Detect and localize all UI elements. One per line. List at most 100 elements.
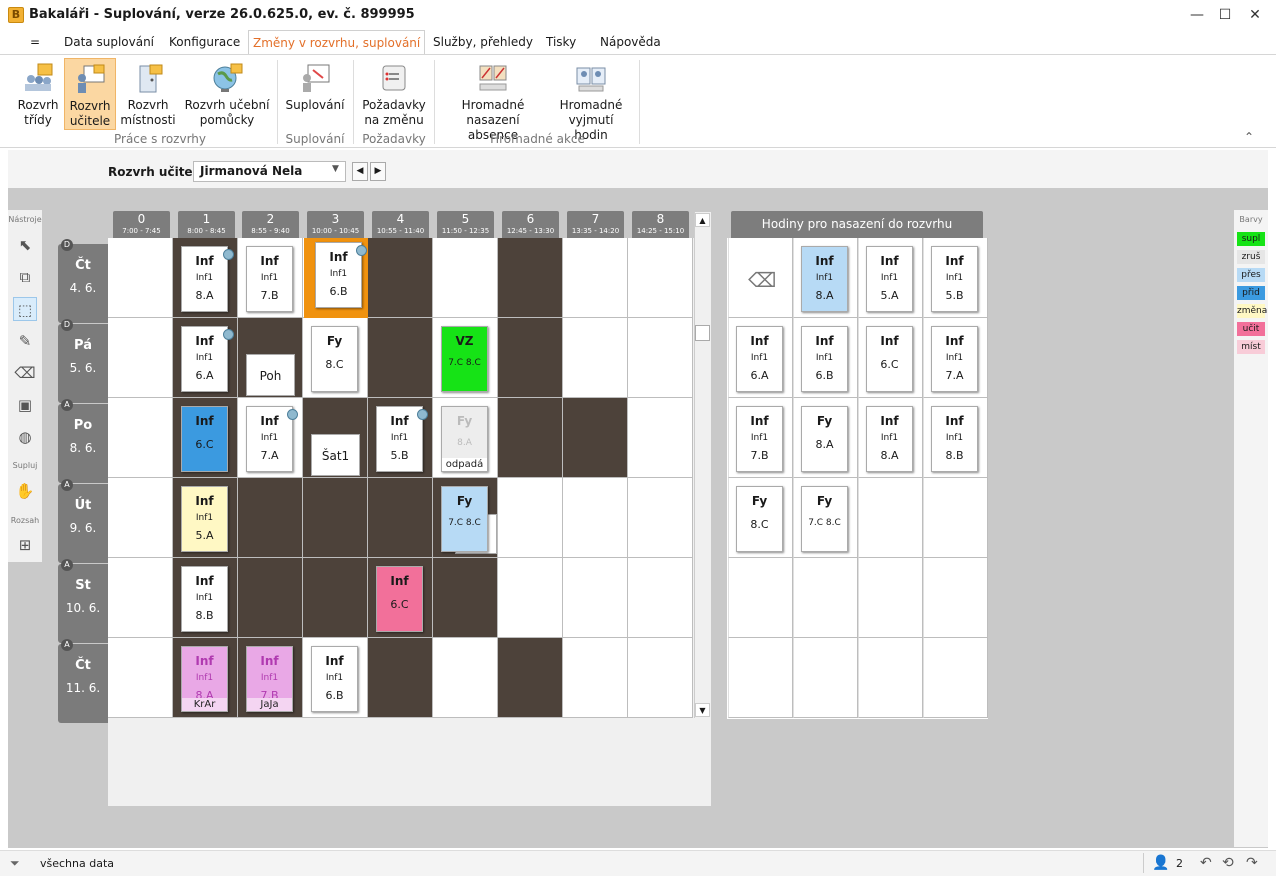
teacher-change-card[interactable]: Inf 6.C <box>376 566 423 632</box>
timetable-cell[interactable] <box>368 318 433 398</box>
class-timetable-button[interactable]: Rozvrh třídy <box>15 58 61 130</box>
added-lesson-card[interactable]: Inf 6.C <box>181 406 228 472</box>
range-icon[interactable]: ⊞ <box>13 533 37 557</box>
lesson-card[interactable]: Inf Inf1 8.B <box>181 566 228 632</box>
available-cell[interactable] <box>923 558 988 638</box>
change-requests-button[interactable]: Požadavky na změnu <box>362 58 426 130</box>
tab-sluzby[interactable]: Služby, přehledy <box>429 30 537 54</box>
undo-icon[interactable]: ↶ <box>1200 855 1212 871</box>
grid-scrollbar[interactable] <box>694 212 711 718</box>
collapse-ribbon-icon[interactable]: ⌃ <box>1244 130 1254 144</box>
teacher-timetable-button[interactable]: Rozvrh učitele <box>64 58 116 130</box>
available-lesson-card[interactable]: Fy 8.C <box>736 486 783 552</box>
copy-icon[interactable]: ⧉ <box>13 265 37 289</box>
timetable-cell[interactable] <box>563 478 628 558</box>
available-cell[interactable] <box>858 638 923 718</box>
lesson-card[interactable]: Inf Inf1 8.A KrAr <box>181 646 228 712</box>
timetable-cell[interactable] <box>303 478 368 558</box>
available-lesson-card[interactable]: Inf Inf1 6.B <box>801 326 848 392</box>
substitution-button[interactable]: Suplování <box>285 58 345 130</box>
eraser-icon[interactable]: ⌫ <box>13 361 37 385</box>
lesson-card[interactable]: Inf Inf1 6.B <box>311 646 358 712</box>
minimize-button[interactable]: — <box>1185 4 1209 26</box>
available-cell[interactable] <box>923 638 988 718</box>
scroll-up-icon[interactable]: ▲ <box>695 213 710 227</box>
close-button[interactable]: ✕ <box>1243 4 1267 26</box>
lesson-card[interactable]: Inf Inf1 7.B <box>246 246 293 312</box>
available-cell[interactable] <box>923 478 988 558</box>
available-lesson-card[interactable]: Inf Inf1 8.A <box>866 406 913 472</box>
chevron-down-icon[interactable]: ▼ <box>332 164 339 174</box>
lesson-card[interactable]: Inf Inf1 7.B JaJa <box>246 646 293 712</box>
timetable-cell[interactable] <box>628 318 693 398</box>
timetable-cell[interactable] <box>563 638 628 718</box>
available-lesson-card[interactable]: Inf Inf1 8.B <box>931 406 978 472</box>
redo-icon[interactable]: ↷ <box>1246 855 1258 871</box>
timetable-cell[interactable] <box>563 558 628 638</box>
available-cell[interactable] <box>728 638 793 718</box>
tab-napoveda[interactable]: Nápověda <box>596 30 665 54</box>
timetable-cell[interactable] <box>433 238 498 318</box>
available-lesson-card[interactable]: Inf Inf1 6.A <box>736 326 783 392</box>
history-icon[interactable]: ⟲ <box>1222 855 1234 871</box>
timetable-cell[interactable] <box>563 318 628 398</box>
timetable-cell[interactable] <box>368 638 433 718</box>
move-icon[interactable]: ⬚ <box>13 297 37 321</box>
eraser-icon[interactable]: ⌫ <box>748 268 776 292</box>
room-timetable-button[interactable]: Rozvrh místnosti <box>120 58 176 130</box>
lesson-card[interactable]: Inf Inf1 7.A <box>246 406 293 472</box>
available-cell[interactable] <box>858 478 923 558</box>
timetable-cell[interactable] <box>628 478 693 558</box>
available-lesson-card[interactable]: Inf Inf1 7.A <box>931 326 978 392</box>
timetable-cell[interactable] <box>498 638 563 718</box>
lesson-card[interactable]: Inf Inf1 5.B <box>376 406 423 472</box>
tab-tisky[interactable]: Tisky <box>542 30 580 54</box>
bulk-remove-button[interactable]: Hromadné vyjmutí hodin <box>550 58 632 142</box>
timetable-cell[interactable] <box>108 478 173 558</box>
available-cell[interactable] <box>858 558 923 638</box>
substitution-card[interactable]: VZ 7.C 8.C <box>441 326 488 392</box>
lesson-card[interactable]: Inf Inf1 6.A <box>181 326 228 392</box>
timetable-cell[interactable] <box>108 638 173 718</box>
timetable-cell[interactable] <box>498 318 563 398</box>
teacher-icon[interactable]: ▣ <box>13 393 37 417</box>
timetable-cell[interactable] <box>563 238 628 318</box>
available-lesson-card[interactable]: Inf Inf1 5.B <box>931 246 978 312</box>
substitute-icon[interactable]: ✋ <box>13 479 37 503</box>
menu-hamburger[interactable]: = <box>26 30 44 54</box>
tab-konfigurace[interactable]: Konfigurace <box>165 30 244 54</box>
lesson-card[interactable]: Inf Inf1 8.A <box>181 246 228 312</box>
timetable-cell[interactable] <box>303 558 368 638</box>
timetable-cell[interactable] <box>563 398 628 478</box>
available-cell[interactable] <box>728 558 793 638</box>
scroll-down-icon[interactable]: ▼ <box>695 703 710 717</box>
aid-timetable-button[interactable]: Rozvrh učební pomůcky <box>184 58 270 130</box>
timetable-cell[interactable] <box>368 238 433 318</box>
timetable-cell[interactable] <box>238 478 303 558</box>
lesson-card[interactable]: Fy 8.C <box>311 326 358 392</box>
timetable-cell[interactable] <box>498 478 563 558</box>
room-note[interactable]: Poh <box>246 354 295 396</box>
timetable-cell[interactable] <box>108 558 173 638</box>
maximize-button[interactable]: ☐ <box>1213 4 1237 26</box>
lesson-card[interactable]: Inf Inf1 6.B <box>315 242 362 308</box>
timetable-cell[interactable] <box>108 398 173 478</box>
timetable-cell[interactable] <box>238 558 303 638</box>
prev-teacher-button[interactable]: ◀ <box>352 162 368 181</box>
timetable-cell[interactable] <box>498 238 563 318</box>
available-lesson-card[interactable]: Fy 7.C 8.C <box>801 486 848 552</box>
timetable-cell[interactable] <box>628 558 693 638</box>
edit-icon[interactable]: ✎ <box>13 329 37 353</box>
timetable-cell[interactable] <box>108 238 173 318</box>
next-teacher-button[interactable]: ▶ <box>370 162 386 181</box>
bulk-absence-button[interactable]: Hromadné nasazení absence <box>443 58 543 142</box>
available-lesson-card[interactable]: Inf Inf1 8.A <box>801 246 848 312</box>
timetable-cell[interactable] <box>628 238 693 318</box>
timetable-cell[interactable] <box>628 638 693 718</box>
timetable-cell[interactable] <box>498 558 563 638</box>
scroll-thumb[interactable] <box>695 325 710 341</box>
teacher-select[interactable]: Jirmanová Nela <box>193 161 346 182</box>
timetable-cell[interactable] <box>108 318 173 398</box>
moved-lesson-card[interactable]: Fy 7.C 8.C <box>441 486 488 552</box>
room-note[interactable]: Šat1 <box>311 434 360 476</box>
